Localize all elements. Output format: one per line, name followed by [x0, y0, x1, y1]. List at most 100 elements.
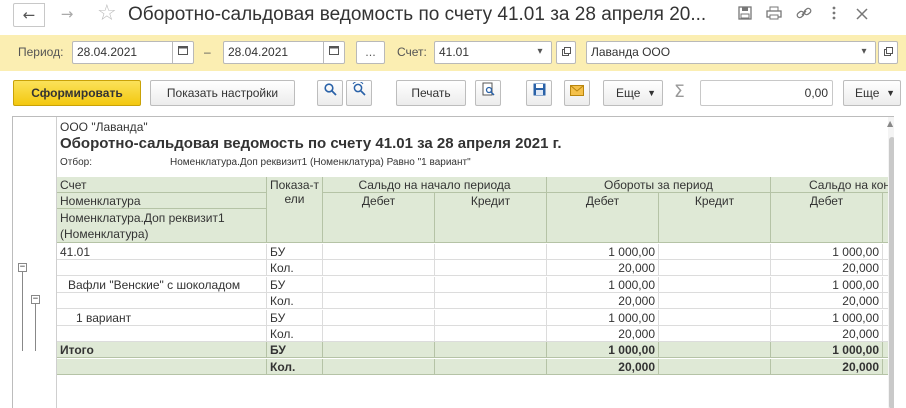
empty-cell[interactable]	[435, 326, 547, 342]
save-icon[interactable]	[526, 80, 552, 106]
header-nomenclature: Номенклатура	[57, 193, 267, 209]
empty-cell[interactable]	[435, 310, 547, 326]
more-button[interactable]: Еще ▼	[603, 80, 663, 106]
row-amount[interactable]: 20,000	[547, 260, 659, 276]
empty-cell[interactable]	[659, 342, 771, 358]
collapse-icon[interactable]: −	[31, 295, 40, 304]
row-amount[interactable]: 20,000	[547, 326, 659, 342]
empty-cell[interactable]	[659, 244, 771, 260]
row-label[interactable]: Вафли "Венские" с шоколадом	[57, 277, 267, 293]
row-amount[interactable]: 1 000,00	[547, 342, 659, 358]
more-icon[interactable]	[822, 3, 846, 27]
row-amount[interactable]: 1 000,00	[771, 277, 883, 293]
search-icon[interactable]	[317, 80, 343, 106]
account-field[interactable]: 41.01 ▾	[434, 41, 552, 64]
forward-button[interactable]: →	[51, 3, 83, 27]
empty-cell[interactable]	[659, 293, 771, 309]
empty-cell[interactable]	[435, 260, 547, 276]
row-label[interactable]	[57, 293, 267, 309]
empty-cell[interactable]	[435, 342, 547, 358]
close-icon[interactable]	[850, 3, 874, 27]
sum-field[interactable]: 0,00	[700, 80, 833, 106]
more-button-2[interactable]: Еще ▼	[843, 80, 901, 106]
row-indicator[interactable]: Кол.	[267, 260, 323, 276]
report-filter-value: Номенклатура.Доп реквизит1 (Номенклатура…	[170, 157, 471, 168]
date-to-field[interactable]: 28.04.2021	[223, 41, 345, 64]
calendar-icon[interactable]	[323, 42, 344, 63]
more-button-2-label: Еще	[855, 86, 880, 100]
header-opening-credit: Кредит	[435, 193, 547, 243]
row-indicator[interactable]: БУ	[267, 310, 323, 326]
row-label[interactable]: Итого	[57, 342, 267, 358]
print-button[interactable]: Печать	[396, 80, 466, 106]
print-icon[interactable]	[762, 3, 786, 27]
report-area[interactable]: ООО "Лаванда" Оборотно-сальдовая ведомос…	[12, 116, 894, 408]
empty-cell[interactable]	[323, 359, 435, 375]
header-attribute: Номенклатура.Доп реквизит1 (Номенклатура…	[57, 209, 267, 243]
empty-cell[interactable]	[435, 359, 547, 375]
row-indicator[interactable]: Кол.	[267, 359, 323, 375]
empty-cell[interactable]	[323, 293, 435, 309]
organization-field[interactable]: Лаванда ООО ▾	[586, 41, 876, 64]
save-icon[interactable]	[733, 3, 757, 27]
search-refresh-icon[interactable]	[346, 80, 372, 106]
period-select-button[interactable]: ...	[356, 41, 385, 64]
print-preview-icon[interactable]	[475, 80, 501, 106]
empty-cell[interactable]	[435, 244, 547, 260]
show-settings-button[interactable]: Показать настройки	[150, 80, 295, 106]
row-amount[interactable]: 1 000,00	[547, 310, 659, 326]
back-button[interactable]: ←	[13, 3, 45, 27]
empty-cell[interactable]	[659, 359, 771, 375]
row-label[interactable]	[57, 326, 267, 342]
empty-cell[interactable]	[435, 277, 547, 293]
row-amount[interactable]: 20,000	[771, 293, 883, 309]
row-amount[interactable]: 1 000,00	[547, 277, 659, 293]
row-indicator[interactable]: Кол.	[267, 326, 323, 342]
row-amount[interactable]: 1 000,00	[771, 310, 883, 326]
empty-cell[interactable]	[323, 310, 435, 326]
chevron-down-icon[interactable]: ▾	[529, 42, 551, 63]
empty-cell[interactable]	[323, 342, 435, 358]
empty-cell[interactable]	[323, 260, 435, 276]
date-from-field[interactable]: 28.04.2021	[72, 41, 194, 64]
row-label[interactable]	[57, 359, 267, 375]
report-filter-label: Отбор:	[60, 157, 92, 168]
empty-cell[interactable]	[659, 260, 771, 276]
favorite-star-icon[interactable]: ☆	[97, 1, 117, 27]
row-indicator[interactable]: Кол.	[267, 293, 323, 309]
row-label[interactable]: 41.01	[57, 244, 267, 260]
row-amount[interactable]: 20,000	[547, 293, 659, 309]
row-amount[interactable]: 1 000,00	[771, 342, 883, 358]
open-account-icon[interactable]	[556, 41, 576, 64]
row-amount[interactable]: 20,000	[771, 260, 883, 276]
scroll-up-icon[interactable]: ▲	[887, 119, 893, 128]
empty-cell[interactable]	[323, 326, 435, 342]
empty-cell[interactable]	[659, 277, 771, 293]
toolbar: Сформировать Показать настройки Печать Е…	[0, 80, 906, 108]
row-amount[interactable]: 20,000	[771, 359, 883, 375]
empty-cell[interactable]	[659, 310, 771, 326]
calendar-icon[interactable]	[172, 42, 193, 63]
row-amount[interactable]: 20,000	[771, 326, 883, 342]
chevron-down-icon: ▼	[647, 88, 656, 98]
organization-value: Лаванда ООО	[591, 45, 671, 59]
generate-button[interactable]: Сформировать	[13, 80, 141, 106]
chevron-down-icon[interactable]: ▾	[853, 42, 875, 63]
row-label[interactable]	[57, 260, 267, 276]
row-indicator[interactable]: БУ	[267, 244, 323, 260]
row-indicator[interactable]: БУ	[267, 342, 323, 358]
collapse-icon[interactable]: −	[18, 263, 27, 272]
open-organization-icon[interactable]	[878, 41, 898, 64]
row-amount[interactable]: 1 000,00	[771, 244, 883, 260]
scrollbar-thumb[interactable]	[889, 137, 894, 408]
row-amount[interactable]: 20,000	[547, 359, 659, 375]
empty-cell[interactable]	[323, 277, 435, 293]
empty-cell[interactable]	[323, 244, 435, 260]
row-label[interactable]: 1 вариант	[57, 310, 267, 326]
empty-cell[interactable]	[659, 326, 771, 342]
link-icon[interactable]	[792, 3, 816, 27]
row-indicator[interactable]: БУ	[267, 277, 323, 293]
mail-icon[interactable]	[564, 80, 590, 106]
row-amount[interactable]: 1 000,00	[547, 244, 659, 260]
empty-cell[interactable]	[435, 293, 547, 309]
